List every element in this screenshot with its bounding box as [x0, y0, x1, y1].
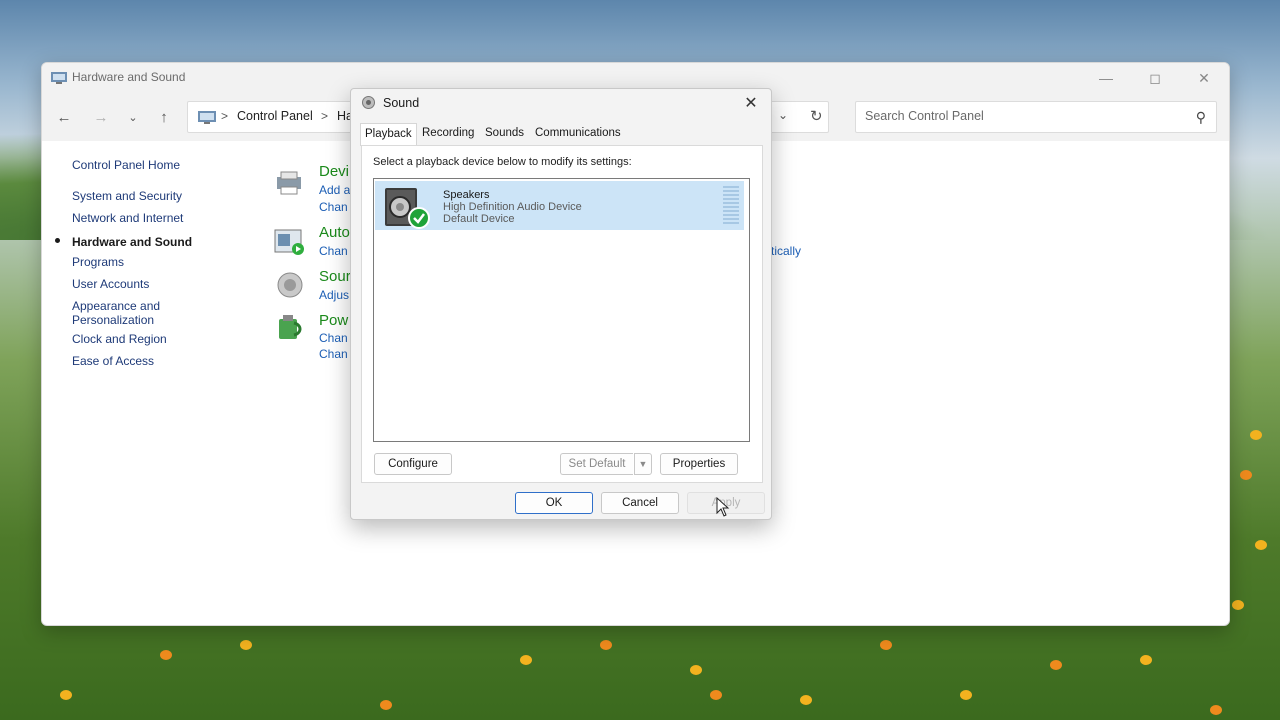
- breadcrumb-separator-icon: >: [221, 109, 229, 123]
- active-bullet-icon: [55, 238, 60, 243]
- maximize-icon: ◻: [1149, 69, 1161, 86]
- mouse-cursor-icon: [716, 497, 730, 517]
- maximize-button[interactable]: ◻: [1132, 63, 1178, 93]
- device-list: Speakers High Definition Audio Device De…: [373, 178, 750, 442]
- category-devices-link[interactable]: Chan: [319, 200, 348, 214]
- recent-locations-button[interactable]: ⌄: [121, 106, 145, 128]
- sidebar-item-hardware-sound[interactable]: Hardware and Sound: [55, 233, 193, 251]
- category-power-title[interactable]: Pow: [319, 312, 348, 329]
- sidebar-item-label: Hardware and Sound: [72, 235, 193, 249]
- power-options-icon: [279, 315, 302, 339]
- chevron-down-icon: ▼: [638, 459, 648, 469]
- category-sound-link[interactable]: Adjus: [319, 288, 349, 302]
- arrow-right-icon: →: [93, 108, 109, 126]
- instruction-text: Select a playback device below to modify…: [373, 156, 632, 168]
- search-box[interactable]: Search Control Panel ⚲: [855, 101, 1217, 133]
- sound-dialog: Sound ✕ Playback Recording Sounds Commun…: [350, 88, 772, 520]
- tab-sounds[interactable]: Sounds: [485, 127, 524, 143]
- sidebar-item-clock-region[interactable]: Clock and Region: [72, 332, 167, 346]
- category-autoplay-extra-link[interactable]: tically: [771, 244, 801, 258]
- category-devices-title[interactable]: Devi: [319, 163, 349, 180]
- tab-communications[interactable]: Communications: [535, 127, 621, 143]
- back-button[interactable]: ←: [52, 106, 76, 128]
- sidebar-item-home[interactable]: Control Panel Home: [72, 158, 180, 172]
- dialog-close-button[interactable]: ✕: [739, 92, 763, 114]
- address-dropdown-icon[interactable]: ⌄: [778, 108, 788, 122]
- sidebar-item-user-accounts[interactable]: User Accounts: [72, 277, 149, 291]
- category-power-link[interactable]: Chan: [319, 347, 348, 361]
- playback-panel: Select a playback device below to modify…: [361, 145, 763, 483]
- up-button[interactable]: ↑: [152, 106, 176, 128]
- cancel-button[interactable]: Cancel: [601, 492, 679, 514]
- control-panel-icon: [198, 111, 216, 124]
- sidebar-item-ease-of-access[interactable]: Ease of Access: [72, 354, 154, 368]
- autoplay-icon: [274, 229, 304, 255]
- chevron-down-icon: ⌄: [128, 111, 138, 124]
- refresh-icon[interactable]: ↻: [810, 107, 823, 125]
- ok-button[interactable]: OK: [515, 492, 593, 514]
- sidebar-item-appearance[interactable]: Appearance and Personalization: [72, 299, 182, 327]
- forward-button[interactable]: →: [89, 106, 113, 128]
- device-description: High Definition Audio Device: [443, 201, 582, 213]
- category-autoplay-link[interactable]: Chan: [319, 244, 348, 258]
- configure-button[interactable]: Configure: [374, 453, 452, 475]
- search-input[interactable]: Search Control Panel: [865, 109, 984, 123]
- category-power-link[interactable]: Chan: [319, 331, 348, 345]
- minimize-button[interactable]: —: [1083, 63, 1129, 93]
- sidebar-item-system-security[interactable]: System and Security: [72, 189, 182, 203]
- close-icon: ✕: [1198, 69, 1210, 86]
- list-item[interactable]: Speakers High Definition Audio Device De…: [375, 181, 744, 230]
- breadcrumb-separator-icon: >: [321, 109, 329, 123]
- sidebar-item-programs[interactable]: Programs: [72, 255, 124, 269]
- close-window-button[interactable]: ✕: [1181, 63, 1227, 93]
- properties-button[interactable]: Properties: [660, 453, 738, 475]
- device-name: Speakers: [443, 189, 490, 201]
- tab-recording[interactable]: Recording: [422, 127, 474, 143]
- set-default-button[interactable]: Set Default: [560, 453, 633, 475]
- search-icon[interactable]: ⚲: [1196, 109, 1206, 126]
- category-sound-title[interactable]: Sour: [319, 268, 351, 285]
- dialog-title: Sound: [383, 96, 420, 110]
- volume-meter: [723, 186, 739, 226]
- sound-icon: [277, 272, 303, 298]
- tab-playback[interactable]: Playback: [360, 123, 417, 146]
- minimize-icon: —: [1099, 70, 1113, 86]
- category-devices-link[interactable]: Add a: [319, 183, 350, 197]
- control-panel-icon: [51, 72, 67, 84]
- close-icon: ✕: [744, 95, 758, 112]
- devices-printers-icon: [277, 171, 301, 195]
- arrow-up-icon: ↑: [160, 108, 168, 126]
- category-autoplay-title[interactable]: Auto: [319, 224, 350, 241]
- arrow-left-icon: ←: [56, 108, 72, 126]
- breadcrumb-control-panel[interactable]: Control Panel: [237, 109, 313, 123]
- window-title: Hardware and Sound: [72, 70, 186, 84]
- speaker-device-icon: [385, 188, 430, 229]
- sidebar-item-network[interactable]: Network and Internet: [72, 211, 183, 225]
- device-status: Default Device: [443, 213, 515, 225]
- speaker-icon: [362, 96, 375, 109]
- set-default-dropdown[interactable]: ▼: [634, 453, 652, 475]
